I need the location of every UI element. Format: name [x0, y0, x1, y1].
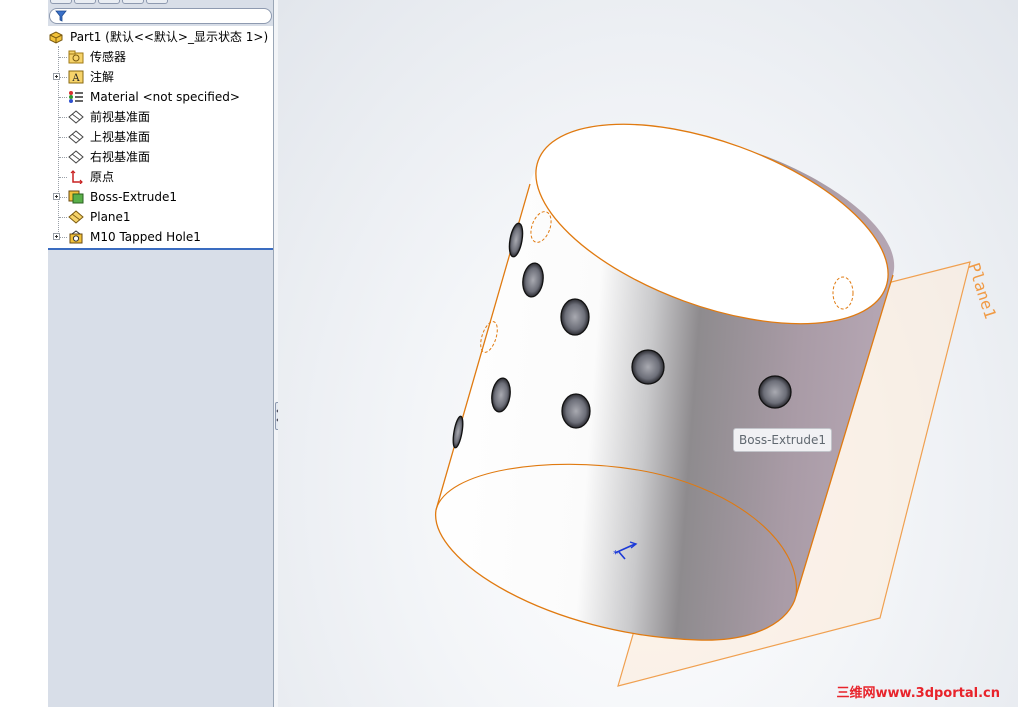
- tab-dimxpert[interactable]: [122, 0, 144, 4]
- tree-item-label: 传感器: [90, 50, 127, 64]
- watermark: 三维网www.3dportal.cn: [836, 686, 1000, 701]
- plane-icon: [68, 150, 84, 164]
- feature-tree: Part1 (默认<<默认>_显示状态 1>) 传感器 A 注解 Materia…: [48, 26, 273, 250]
- tree-item-label: Material <not specified>: [90, 90, 240, 104]
- tree-item-label: 上视基准面: [90, 130, 151, 144]
- tree-item-plane1[interactable]: Plane1: [48, 207, 273, 227]
- tree-item-m10-tapped-hole1[interactable]: M10 Tapped Hole1: [48, 227, 273, 247]
- sensors-folder-icon: [68, 50, 84, 64]
- extrude-feature-icon: [68, 190, 84, 204]
- tree-item-material[interactable]: Material <not specified>: [48, 87, 273, 107]
- tab-feature-manager[interactable]: [50, 0, 72, 4]
- tree-item-boss-extrude1[interactable]: Boss-Extrude1: [48, 187, 273, 207]
- tree-item-label: Plane1: [90, 210, 131, 224]
- tab-property-manager[interactable]: [74, 0, 96, 4]
- model-view[interactable]: * Plane1: [278, 0, 1018, 707]
- material-icon: [69, 91, 83, 103]
- tree-item-label: 原点: [90, 170, 115, 184]
- filter-icon: [55, 10, 67, 22]
- tab-display-manager[interactable]: [146, 0, 168, 4]
- tree-item-label: 前视基准面: [90, 110, 151, 124]
- svg-text:A: A: [71, 73, 80, 84]
- expand-toggle[interactable]: [53, 193, 60, 200]
- expand-toggle[interactable]: [53, 233, 60, 240]
- tree-item-annotations[interactable]: A 注解: [48, 67, 273, 87]
- part-icon: [49, 31, 63, 44]
- plane-icon: [68, 110, 84, 124]
- tab-configuration-manager[interactable]: [98, 0, 120, 4]
- left-margin: [0, 0, 48, 707]
- graphics-area[interactable]: * Plane1 Boss-Extrude1 三维网www.3dportal.c…: [278, 0, 1018, 707]
- plane1-label[interactable]: Plane1: [964, 260, 1000, 321]
- tree-item-label: 注解: [90, 70, 115, 84]
- tree-item-label: Boss-Extrude1: [90, 190, 177, 204]
- panel-tabs: [48, 0, 273, 6]
- feature-manager-panel: Part1 (默认<<默认>_显示状态 1>) 传感器 A 注解 Materia…: [48, 0, 274, 707]
- plane-icon: [68, 210, 84, 224]
- tree-filter-input[interactable]: [49, 8, 272, 24]
- tree-item-label: Part1 (默认<<默认>_显示状态 1>): [70, 30, 269, 44]
- tree-item-right-plane[interactable]: 右视基准面: [48, 147, 273, 167]
- tree-item-origin[interactable]: 原点: [48, 167, 273, 187]
- svg-text:*: *: [613, 549, 618, 560]
- tree-item-label: M10 Tapped Hole1: [90, 230, 201, 244]
- tree-item-label: 右视基准面: [90, 150, 151, 164]
- tree-item-sensors[interactable]: 传感器: [48, 47, 273, 67]
- expand-toggle[interactable]: [53, 73, 60, 80]
- plane-icon: [68, 130, 84, 144]
- tree-item-front-plane[interactable]: 前视基准面: [48, 107, 273, 127]
- hole-wizard-icon: [69, 230, 83, 244]
- annotations-icon: A: [68, 70, 84, 84]
- origin-icon: [70, 170, 83, 184]
- tree-item-root-part[interactable]: Part1 (默认<<默认>_显示状态 1>): [48, 27, 273, 47]
- hover-tooltip: Boss-Extrude1: [733, 428, 832, 452]
- tree-item-top-plane[interactable]: 上视基准面: [48, 127, 273, 147]
